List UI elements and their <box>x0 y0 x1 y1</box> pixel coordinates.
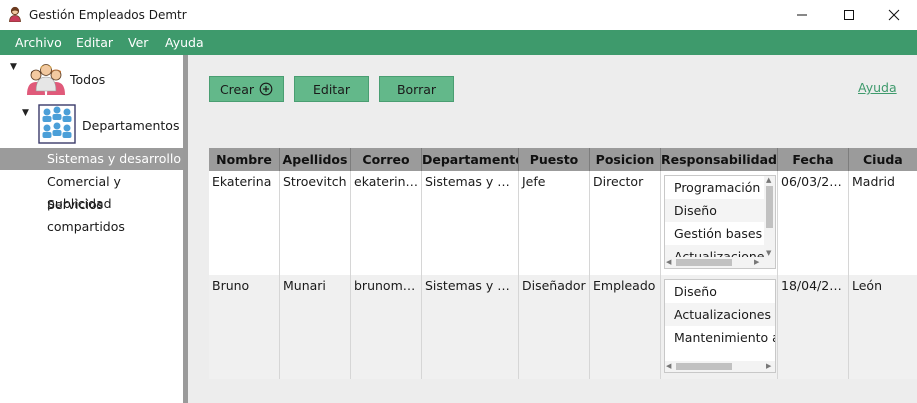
menu-archivo[interactable]: Archivo <box>15 35 62 50</box>
department-network-icon <box>38 104 76 144</box>
tree-departments-label[interactable]: Departamentos <box>82 118 179 133</box>
cell-ciudad: León <box>852 278 883 293</box>
title-bar: Gestión Empleados Demtr <box>0 0 917 30</box>
employees-table: Nombre Apellidos Correo Departamento Pue… <box>209 148 917 403</box>
cell-correo: brunomu... <box>351 275 422 379</box>
sidebar-tree: ▼ Todos ▼ Departamentos Sistemas y desar… <box>0 55 183 403</box>
list-item[interactable]: Programación <box>665 176 775 199</box>
scroll-thumb[interactable] <box>766 186 773 228</box>
horizontal-scrollbar[interactable]: ◀ ▶ <box>665 257 775 268</box>
tree-root-label[interactable]: Todos <box>70 72 105 87</box>
cell-correo: ekaterina... <box>351 171 422 275</box>
cell-nombre: Ekaterina <box>209 171 280 275</box>
table-header: Nombre Apellidos Correo Departamento Pue… <box>209 148 917 171</box>
list-item[interactable]: Diseño <box>665 199 775 222</box>
scroll-thumb[interactable] <box>676 259 732 266</box>
cell-puesto: Jefe <box>519 171 590 275</box>
scroll-right-icon[interactable]: ▶ <box>766 362 771 371</box>
cell-fecha: 18/04/2022 <box>778 275 849 379</box>
column-header-departamento[interactable]: Departamento <box>422 148 519 171</box>
create-button-label: Crear <box>219 81 255 97</box>
close-icon <box>888 9 900 21</box>
cell-posicion: Director <box>590 171 661 275</box>
column-header-nombre[interactable]: Nombre <box>209 148 280 171</box>
people-group-icon <box>27 64 65 95</box>
scroll-left-icon[interactable]: ◀ <box>666 362 671 371</box>
table-row[interactable]: Bruno Munari brunomu... Sistemas y de...… <box>209 275 917 379</box>
sidebar-item-servicios[interactable]: Servicios compartidos <box>0 194 183 234</box>
scroll-thumb[interactable] <box>676 363 732 370</box>
cell-departamento: Sistemas y de... <box>422 171 519 275</box>
window-title: Gestión Empleados Demtr <box>29 8 187 22</box>
scroll-right-icon[interactable]: ▶ <box>754 258 759 267</box>
sidebar-item-comercial[interactable]: Comercial y publicidad <box>0 171 183 211</box>
cell-apellidos: Stroevitch <box>280 171 351 275</box>
column-header-posicion[interactable]: Posicion <box>590 148 661 171</box>
expand-arrow-icon[interactable]: ▼ <box>22 108 29 118</box>
cell-responsabilidades: Programación Diseño Gestión bases d Actu… <box>661 171 778 275</box>
cell-responsabilidades: Diseño Actualizaciones Mantenimiento ap … <box>661 275 778 379</box>
main-panel: Crear Editar Borrar Ayuda Nombre Apellid… <box>188 55 917 403</box>
column-header-ciudad[interactable]: Ciuda <box>849 148 917 171</box>
responsibilities-list[interactable]: Programación Diseño Gestión bases d Actu… <box>664 175 776 269</box>
list-item[interactable]: Actualizaciones <box>665 303 775 326</box>
column-header-correo[interactable]: Correo <box>351 148 422 171</box>
table-row[interactable]: Ekaterina Stroevitch ekaterina... Sistem… <box>209 171 917 275</box>
close-button[interactable] <box>871 0 917 30</box>
list-item[interactable]: Diseño <box>665 280 775 303</box>
menu-ver[interactable]: Ver <box>128 35 148 50</box>
menu-bar: Archivo Editar Ver Ayuda <box>0 30 917 55</box>
horizontal-scrollbar[interactable]: ◀ ▶ <box>665 361 775 372</box>
menu-editar[interactable]: Editar <box>76 35 113 50</box>
cell-ciudad: Madrid <box>852 174 895 189</box>
column-header-fecha[interactable]: Fecha <box>778 148 849 171</box>
column-header-responsabilidades[interactable]: Responsabilidades <box>661 148 778 171</box>
delete-button[interactable]: Borrar <box>379 76 454 102</box>
cell-puesto: Diseñador <box>519 275 590 379</box>
app-user-icon <box>9 6 21 22</box>
sidebar-item-sistemas[interactable]: Sistemas y desarrollo <box>0 148 183 170</box>
column-header-puesto[interactable]: Puesto <box>519 148 590 171</box>
cell-departamento: Sistemas y de... <box>422 275 519 379</box>
list-item[interactable]: Mantenimiento ap <box>665 326 775 349</box>
list-item[interactable]: Gestión bases d <box>665 222 775 245</box>
vertical-scrollbar[interactable]: ▲ ▼ <box>764 176 775 258</box>
responsibilities-list[interactable]: Diseño Actualizaciones Mantenimiento ap … <box>664 279 776 373</box>
minimize-button[interactable] <box>779 0 825 30</box>
scroll-left-icon[interactable]: ◀ <box>666 258 671 267</box>
maximize-icon <box>844 10 854 20</box>
cell-posicion: Empleado <box>590 275 661 379</box>
cell-nombre: Bruno <box>209 275 280 379</box>
cell-apellidos: Munari <box>280 275 351 379</box>
cell-fecha: 06/03/2022 <box>778 171 849 275</box>
column-header-apellidos[interactable]: Apellidos <box>280 148 351 171</box>
maximize-button[interactable] <box>826 0 872 30</box>
help-link[interactable]: Ayuda <box>858 80 897 95</box>
minimize-icon <box>797 14 807 16</box>
menu-ayuda[interactable]: Ayuda <box>165 35 204 50</box>
plus-circle-icon <box>259 82 273 96</box>
scroll-up-icon[interactable]: ▲ <box>766 176 771 185</box>
create-button[interactable]: Crear <box>209 76 284 102</box>
expand-arrow-icon[interactable]: ▼ <box>10 62 17 72</box>
edit-button[interactable]: Editar <box>294 76 369 102</box>
